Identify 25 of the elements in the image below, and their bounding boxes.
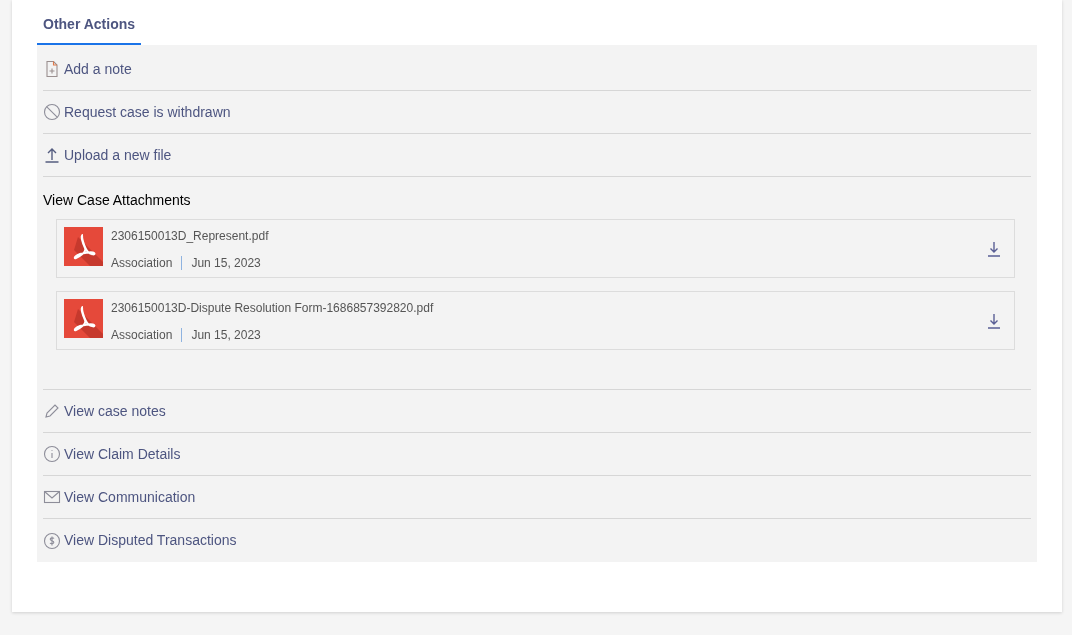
prohibited-icon [43,103,61,121]
download-icon[interactable] [987,313,1001,329]
download-icon[interactable] [987,241,1001,257]
action-link[interactable]: Add a note [64,58,132,80]
envelope-icon [43,488,61,506]
action-link[interactable]: Upload a new file [64,144,172,166]
note-add-icon [43,60,61,78]
file-date: Jun 15, 2023 [191,327,261,344]
dollar-coin-icon [43,531,61,550]
pdf-file-icon [64,227,103,266]
action-link[interactable]: Request case is withdrawn [64,101,231,123]
file-date: Jun 15, 2023 [191,255,261,272]
pencil-icon [43,402,61,420]
pdf-file-icon [64,299,103,338]
action-link[interactable]: View case notes [64,400,166,422]
info-icon [43,445,61,463]
file-source: Association [111,327,173,344]
file-name: 2306150013D-Dispute Resolution Form-1686857392820.pdf [111,300,434,317]
action-link[interactable]: View Disputed Transactions [64,530,237,551]
file-source: Association [111,255,173,272]
action-link[interactable]: View Claim Details [64,443,181,465]
action-link[interactable]: View Communication [64,486,196,508]
file-name: 2306150013D_Represent.pdf [111,228,269,245]
upload-icon [43,146,61,164]
section-title: View Case Attachments [43,191,192,210]
